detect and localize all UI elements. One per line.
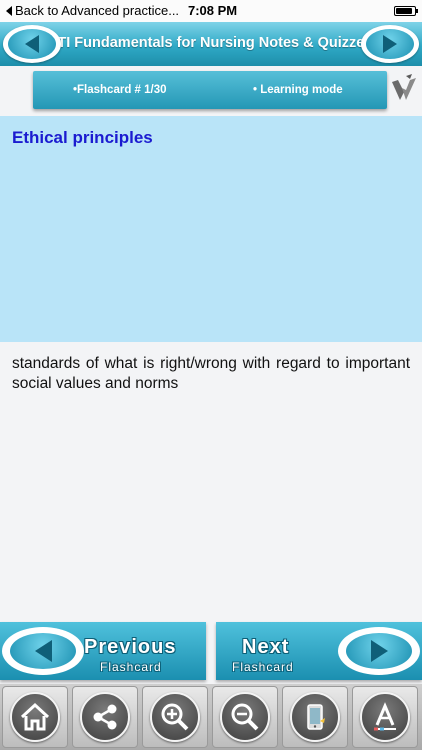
previous-sublabel: Flashcard [100, 660, 162, 674]
arrow-right-icon [370, 640, 388, 662]
status-time: 7:08 PM [188, 3, 238, 18]
battery-icon [394, 6, 418, 16]
device-button[interactable] [282, 686, 348, 748]
zoom-in-button[interactable] [142, 686, 208, 748]
share-button[interactable] [72, 686, 138, 748]
mode-label: • Learning mode [253, 84, 343, 96]
zoom-out-icon [231, 703, 259, 731]
font-button[interactable] [352, 686, 418, 748]
flashcard-info-bar: •Flashcard # 1/30 • Learning mode [33, 71, 387, 109]
previous-label: Previous [84, 636, 177, 658]
status-bar: Back to Advanced practice... 7:08 PM [0, 0, 422, 22]
next-label: Next [242, 636, 290, 658]
answer-text: standards of what is right/wrong with re… [12, 355, 410, 392]
zoom-in-icon [161, 703, 189, 731]
arrow-right-icon [383, 35, 397, 53]
flashcard-counter: •Flashcard # 1/30 [73, 84, 167, 96]
home-button[interactable] [2, 686, 68, 748]
header-back-button[interactable] [3, 25, 61, 63]
question-panel: Ethical principles [0, 116, 422, 342]
back-to-app-label: Back to Advanced practice... [15, 3, 180, 18]
bottom-toolbar [0, 684, 422, 750]
home-icon [20, 702, 50, 731]
previous-flashcard-button[interactable]: Previous Flashcard [0, 622, 206, 680]
title-bar: ATI Fundamentals for Nursing Notes & Qui… [0, 22, 422, 66]
device-icon [307, 704, 325, 730]
back-arrow-icon [6, 5, 12, 16]
arrow-left-icon [25, 35, 39, 53]
next-sublabel: Flashcard [232, 660, 294, 674]
question-text: Ethical principles [12, 128, 153, 147]
app-logo-icon [392, 74, 416, 100]
share-icon [93, 704, 117, 730]
zoom-out-button[interactable] [212, 686, 278, 748]
app-title: ATI Fundamentals for Nursing Notes & Qui… [48, 35, 374, 51]
font-icon [374, 702, 396, 731]
back-to-app-link[interactable]: Back to Advanced practice... [6, 3, 179, 18]
arrow-left-icon [34, 640, 52, 662]
next-flashcard-button[interactable]: Next Flashcard [216, 622, 422, 680]
header-forward-button[interactable] [361, 25, 419, 63]
